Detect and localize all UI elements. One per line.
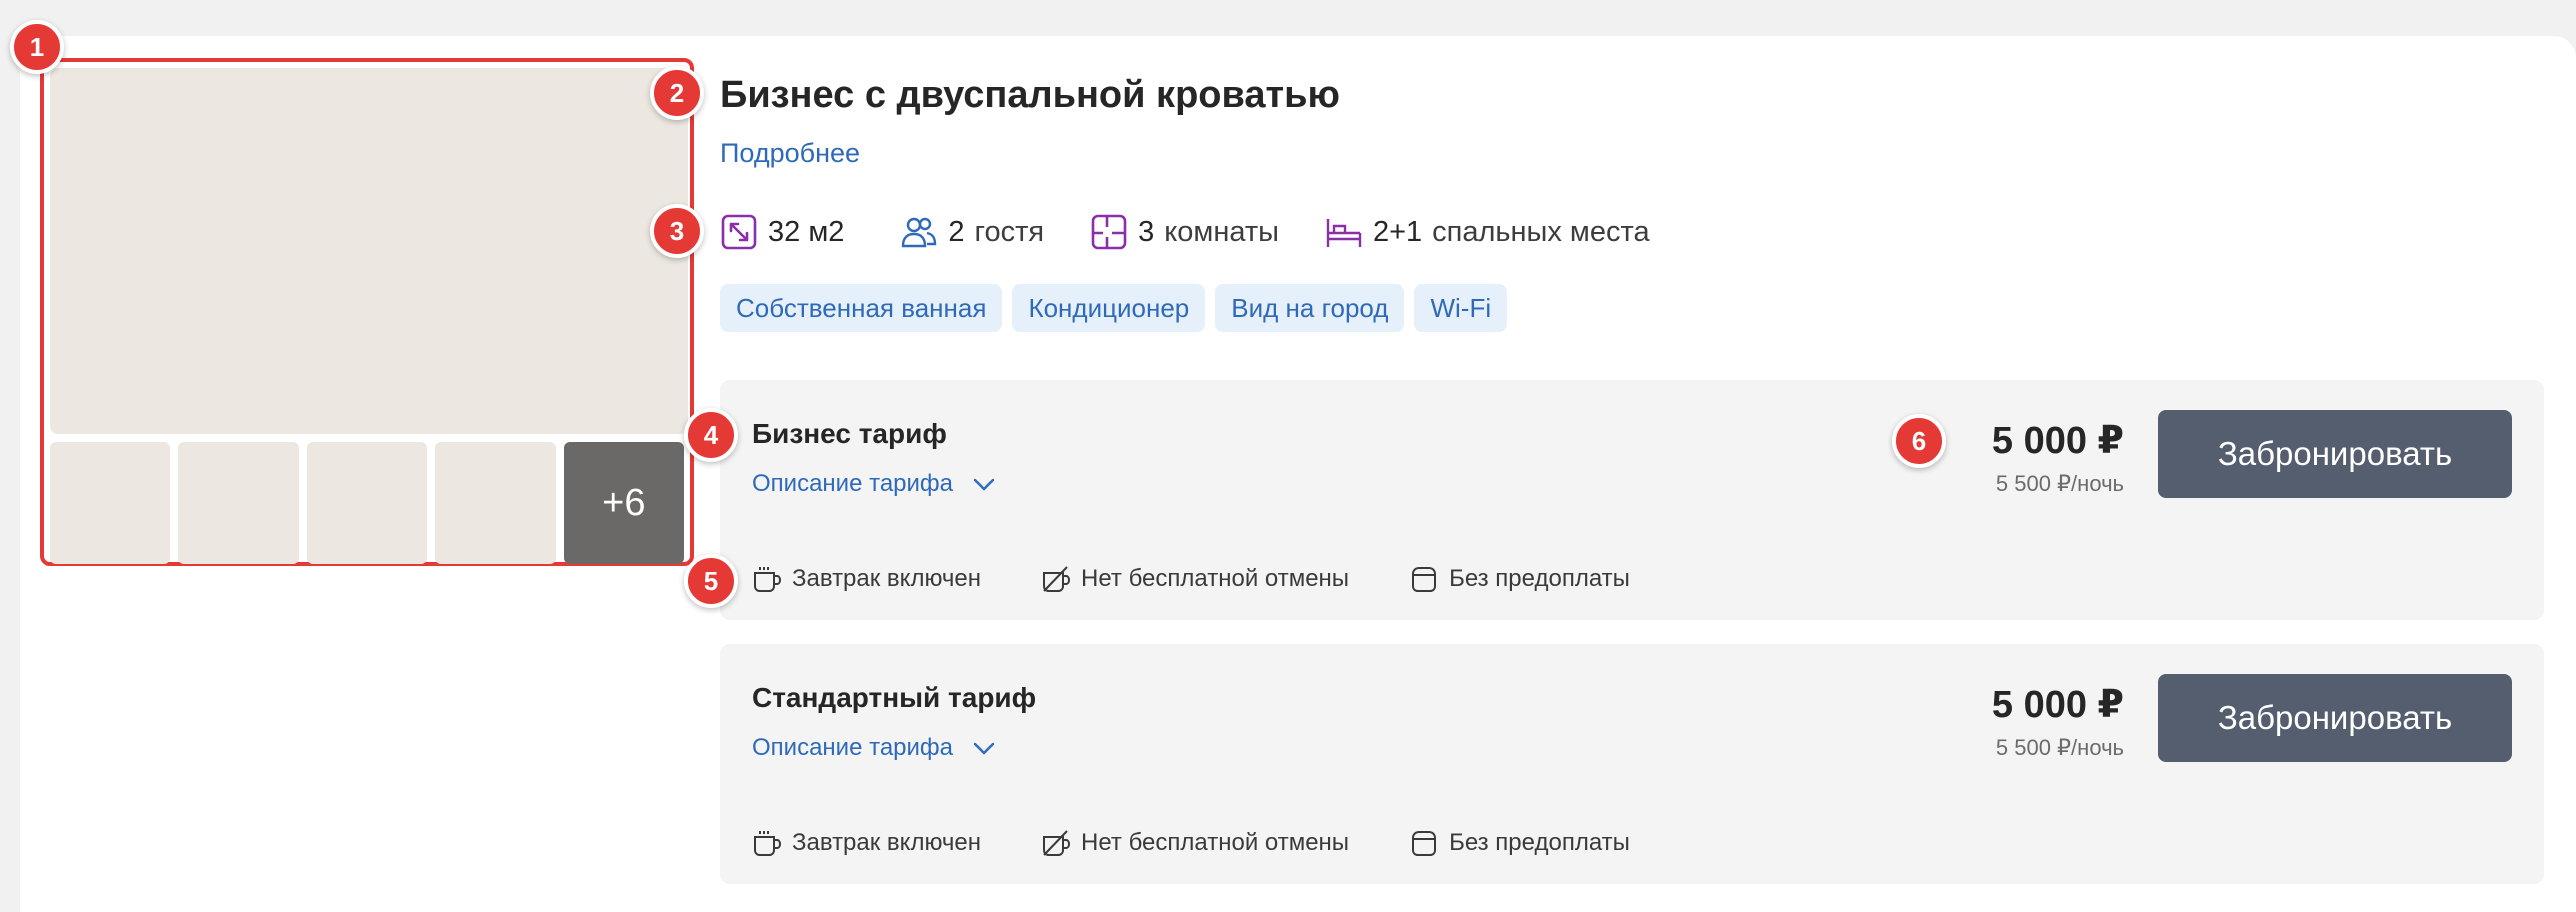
thumbnail[interactable] [178,442,299,564]
cup-icon [754,831,782,856]
chevron-down-icon [973,478,995,491]
tariff-conditions: Завтрак включен Нет бесплатной отмены Бе… [752,564,1690,594]
tariff-price: 5 000 ₽ 5 500 ₽/ночь [1992,682,2124,761]
thumbnail[interactable] [435,442,556,564]
condition-label: Нет бесплатной отмены [1081,829,1350,856]
bed-icon [1326,219,1362,247]
book-button[interactable]: Забронировать [2158,674,2512,762]
tariff-description-toggle[interactable]: Описание тарифа [752,734,997,762]
amenity-tags: Собственная ванная Кондиционер Вид на го… [720,284,1508,332]
marker-5: 5 [684,554,738,608]
amenity-tag: Кондиционер [1012,284,1206,332]
no-cancel-icon [1043,830,1071,856]
feature-area-value: 32 м2 [768,215,845,248]
condition-breakfast: Завтрак включен [752,564,981,594]
feature-beds-value: 2+1 [1372,215,1423,248]
tariff-description-toggle[interactable]: Описание тарифа [752,470,997,498]
feature-rooms-unit: комнаты [1164,215,1279,248]
more-photos-button[interactable]: +6 [563,442,685,564]
tariff-description-label: Описание тарифа [752,734,954,761]
thumbnail-strip: +6 [50,442,685,564]
feature-guests: 2 гостя [900,213,1044,251]
feature-area: 32 м2 [720,213,854,251]
more-details-link[interactable]: Подробнее [720,138,860,169]
wallet-icon [1412,831,1437,856]
condition-no-prepay: Без предоплаты [1409,828,1630,858]
wallet-icon [1412,567,1437,592]
condition-no-cancel: Нет бесплатной отмены [1041,828,1349,858]
tariff-price: 5 000 ₽ 5 500 ₽/ночь [1992,418,2124,497]
condition-label: Без предоплаты [1449,565,1630,592]
condition-label: Завтрак включен [792,565,982,592]
tariff-name: Бизнес тариф [752,418,947,449]
feature-rooms-value: 3 [1138,215,1155,248]
marker-4: 4 [684,408,738,462]
area-icon [721,214,757,250]
feature-beds-unit: спальных места [1432,215,1650,248]
room-features: 32 м2 2 гостя 3 комнаты 2+1 спальных мес… [720,210,1696,254]
feature-beds: 2+1 спальных места [1325,213,1650,251]
book-button[interactable]: Забронировать [2158,410,2512,498]
photo-gallery[interactable]: +6 [40,58,694,566]
guests-icon [902,217,937,248]
condition-label: Нет бесплатной отмены [1081,565,1350,592]
amenity-tag: Wi-Fi [1414,284,1508,332]
tariff-card: Стандартный тариф Описание тарифа Завтра… [720,644,2544,884]
tariff-description-label: Описание тарифа [752,470,954,497]
condition-no-cancel: Нет бесплатной отмены [1041,564,1349,594]
marker-2: 2 [650,66,704,120]
feature-guests-value: 2 [948,215,965,248]
rooms-icon [1091,214,1127,250]
thumbnail[interactable] [50,442,171,564]
room-title: Бизнес с двуспальной кроватью [720,74,1340,116]
marker-3: 3 [650,204,704,258]
condition-label: Без предоплаты [1449,829,1630,856]
price-per-night: 5 500 ₽/ночь [1995,735,2124,760]
amenity-tag: Вид на город [1215,284,1405,332]
chevron-down-icon [973,742,995,755]
feature-rooms: 3 комнаты [1090,213,1279,251]
condition-label: Завтрак включен [792,829,982,856]
price-total: 5 000 ₽ [1991,684,2124,726]
condition-no-prepay: Без предоплаты [1409,564,1630,594]
price-per-night: 5 500 ₽/ночь [1995,471,2124,496]
main-photo[interactable] [50,68,688,434]
tariff-name: Стандартный тариф [752,682,1037,713]
tariff-conditions: Завтрак включен Нет бесплатной отмены Бе… [752,828,1690,858]
no-cancel-icon [1043,566,1071,592]
marker-6: 6 [1892,414,1946,468]
price-total: 5 000 ₽ [1991,420,2124,462]
condition-breakfast: Завтрак включен [752,828,981,858]
marker-1: 1 [10,20,64,74]
feature-guests-unit: гостя [974,215,1045,248]
cup-icon [754,567,782,592]
thumbnail[interactable] [306,442,428,564]
amenity-tag: Собственная ванная [720,284,1003,332]
tariff-card: Бизнес тариф Описание тарифа Завтрак вкл… [720,380,2544,620]
